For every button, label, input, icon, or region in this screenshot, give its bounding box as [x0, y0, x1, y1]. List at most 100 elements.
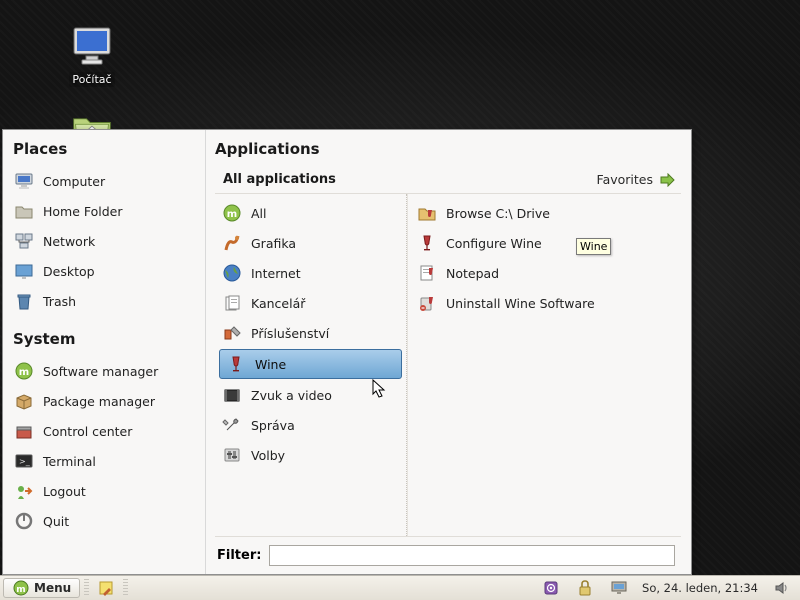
- svg-text:>_: >_: [19, 457, 31, 466]
- places-home[interactable]: Home Folder: [13, 196, 201, 226]
- system-software-manager[interactable]: m Software manager: [13, 356, 201, 386]
- category-grafika[interactable]: Grafika: [215, 228, 406, 258]
- desktop-icon-computer[interactable]: Počítač: [52, 22, 132, 87]
- places-trash[interactable]: Trash: [13, 286, 201, 316]
- app-uninstall-wine[interactable]: Uninstall Wine Software: [410, 288, 679, 318]
- category-prislusenstvi[interactable]: Příslušenství: [215, 318, 406, 348]
- panel-clock[interactable]: So, 24. leden, 21:34: [638, 581, 762, 595]
- taskbar: m Menu So, 24. leden, 21:34: [0, 575, 800, 600]
- favorites-link[interactable]: Favorites: [597, 172, 675, 187]
- app-browse-c[interactable]: Browse C:\ Drive: [410, 198, 679, 228]
- accessories-icon: [221, 323, 243, 343]
- tray-icon-display[interactable]: [604, 576, 634, 600]
- folder-home-icon: [13, 201, 35, 221]
- category-label: Internet: [251, 266, 301, 281]
- svg-text:m: m: [16, 585, 25, 595]
- svg-text:m: m: [227, 209, 237, 220]
- office-icon: [221, 293, 243, 313]
- system-package-manager[interactable]: Package manager: [13, 386, 201, 416]
- applications-heading: Applications: [215, 140, 681, 158]
- menu-button-label: Menu: [34, 581, 71, 595]
- category-label: Správa: [251, 418, 295, 433]
- svg-text:m: m: [19, 367, 29, 378]
- menu-item-label: Desktop: [43, 264, 95, 279]
- menu-item-label: Software manager: [43, 364, 158, 379]
- category-zvuk-video[interactable]: Zvuk a video: [215, 380, 406, 410]
- menu-left-pane: Places Computer Home Folder Network Desk…: [3, 130, 205, 574]
- toolbox-icon: [13, 421, 35, 441]
- favorites-label: Favorites: [597, 172, 653, 187]
- filter-label: Filter:: [217, 548, 261, 563]
- computer-icon: [13, 171, 35, 191]
- app-notepad[interactable]: Notepad: [410, 258, 679, 288]
- tray-icon-1[interactable]: [536, 576, 566, 600]
- menu-item-label: Quit: [43, 514, 69, 529]
- lock-icon: [576, 579, 594, 597]
- menu-item-label: Control center: [43, 424, 132, 439]
- menu-item-label: Logout: [43, 484, 86, 499]
- network-icon: [13, 231, 35, 251]
- terminal-icon: >_: [13, 451, 35, 471]
- desktop-icon: [13, 261, 35, 281]
- desktop-icon-label: Počítač: [69, 72, 114, 87]
- category-all[interactable]: m All: [215, 198, 406, 228]
- wine-uninstall-icon: [416, 293, 438, 313]
- category-label: Příslušenství: [251, 326, 329, 341]
- tray-icon-volume[interactable]: [766, 576, 796, 600]
- category-volby[interactable]: Volby: [215, 440, 406, 470]
- category-sprava[interactable]: Správa: [215, 410, 406, 440]
- app-label: Notepad: [446, 266, 499, 281]
- system-quit[interactable]: Quit: [13, 506, 201, 536]
- menu-item-label: Home Folder: [43, 204, 123, 219]
- mint-icon: m: [12, 579, 30, 597]
- category-kancelar[interactable]: Kancelář: [215, 288, 406, 318]
- places-network[interactable]: Network: [13, 226, 201, 256]
- apps-header: All applications Favorites: [215, 172, 681, 193]
- category-label: Grafika: [251, 236, 296, 251]
- display-icon: [610, 579, 628, 597]
- wrench-icon: [221, 415, 243, 435]
- wine-icon: [225, 354, 247, 374]
- application-list: Browse C:\ Drive Configure Wine Notepad …: [407, 194, 681, 536]
- system-terminal[interactable]: >_ Terminal: [13, 446, 201, 476]
- tooltip: Wine: [576, 238, 611, 255]
- preferences-icon: [221, 445, 243, 465]
- places-desktop[interactable]: Desktop: [13, 256, 201, 286]
- menu-item-label: Computer: [43, 174, 105, 189]
- menu-right-pane: Applications All applications Favorites …: [205, 130, 691, 574]
- arrow-right-icon: [659, 173, 675, 187]
- panel-launcher-notes[interactable]: [91, 576, 121, 600]
- apps-body: m All Grafika Internet Kancelář Př: [215, 193, 681, 537]
- category-list: m All Grafika Internet Kancelář Př: [215, 194, 407, 536]
- globe-icon: [221, 263, 243, 283]
- app-configure-wine[interactable]: Configure Wine: [410, 228, 679, 258]
- app-label: Configure Wine: [446, 236, 542, 251]
- multimedia-icon: [221, 385, 243, 405]
- menu-item-label: Trash: [43, 294, 76, 309]
- menu-button[interactable]: m Menu: [3, 578, 80, 598]
- mint-icon: m: [221, 203, 243, 223]
- category-label: Zvuk a video: [251, 388, 332, 403]
- gear-icon: [542, 579, 560, 597]
- system-control-center[interactable]: Control center: [13, 416, 201, 446]
- mint-icon: m: [13, 361, 35, 381]
- places-computer[interactable]: Computer: [13, 166, 201, 196]
- panel-separator: [123, 579, 128, 597]
- wine-folder-icon: [416, 203, 438, 223]
- volume-icon: [772, 579, 790, 597]
- app-label: Uninstall Wine Software: [446, 296, 595, 311]
- graphics-icon: [221, 233, 243, 253]
- note-icon: [97, 579, 115, 597]
- system-logout[interactable]: Logout: [13, 476, 201, 506]
- power-icon: [13, 511, 35, 531]
- computer-icon: [68, 22, 116, 70]
- package-icon: [13, 391, 35, 411]
- mint-menu-window: Places Computer Home Folder Network Desk…: [2, 129, 692, 575]
- category-wine[interactable]: Wine: [219, 349, 402, 379]
- wine-notepad-icon: [416, 263, 438, 283]
- panel-separator: [84, 579, 89, 597]
- app-label: Browse C:\ Drive: [446, 206, 550, 221]
- filter-input[interactable]: [269, 545, 675, 566]
- category-internet[interactable]: Internet: [215, 258, 406, 288]
- tray-icon-lock[interactable]: [570, 576, 600, 600]
